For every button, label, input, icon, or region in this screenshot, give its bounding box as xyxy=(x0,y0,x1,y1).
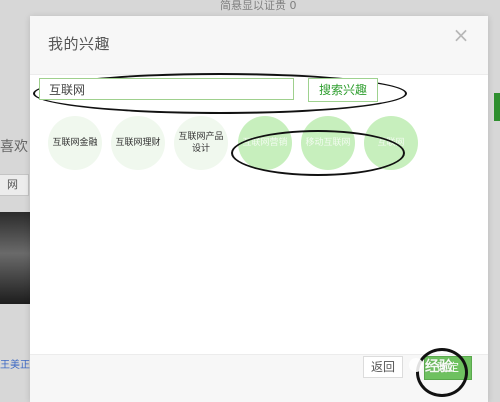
interest-search-input[interactable] xyxy=(39,78,294,100)
page-background: 简悬显以证贵 0 喜欢 网络 王美正元 我的兴趣 × 搜索兴趣 互联网金融 互联… xyxy=(0,0,500,402)
interest-tag-internet[interactable]: 互联网 xyxy=(364,116,418,170)
interest-tag-internet-marketing[interactable]: 互联网营销 xyxy=(238,116,292,170)
confirm-button[interactable]: 确定 xyxy=(424,356,472,380)
search-interest-button[interactable]: 搜索兴趣 xyxy=(308,78,378,102)
return-button[interactable]: 返回 xyxy=(363,356,403,378)
interest-modal: 我的兴趣 × 搜索兴趣 互联网金融 互联网理财 互联网产品设计 互联网营销 移动… xyxy=(30,16,488,402)
interest-tag-internet-wealth-management[interactable]: 互联网理财 xyxy=(111,116,165,170)
interest-tags: 互联网金融 互联网理财 互联网产品设计 互联网营销 移动互联网 互联网 xyxy=(48,116,468,180)
background-photo xyxy=(0,212,30,304)
close-icon[interactable]: × xyxy=(452,25,470,45)
modal-footer xyxy=(30,354,488,402)
top-counter: 简悬显以证贵 0 xyxy=(220,0,297,12)
background-right-block xyxy=(494,93,500,121)
search-row: 搜索兴趣 xyxy=(39,78,407,102)
interest-tag-mobile-internet[interactable]: 移动互联网 xyxy=(301,116,355,170)
background-left-label: 喜欢 xyxy=(0,139,28,155)
background-left-chip: 网络 xyxy=(0,174,29,196)
modal-title: 我的兴趣 xyxy=(48,35,111,53)
interest-tag-internet-product-design[interactable]: 互联网产品设计 xyxy=(174,116,228,170)
modal-header: 我的兴趣 × xyxy=(30,16,488,75)
interest-tag-internet-finance[interactable]: 互联网金融 xyxy=(48,116,102,170)
